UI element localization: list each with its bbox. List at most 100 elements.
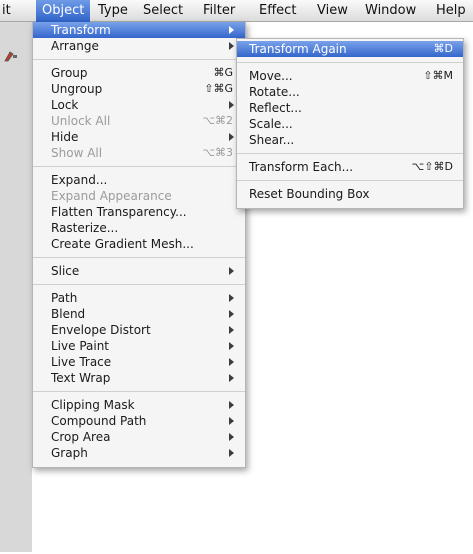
menu-item-unlock-all: Unlock All ⌥⌘2 [33,113,245,129]
menu-item-path[interactable]: Path [33,290,245,306]
menu-item-label: Transform Again [249,42,347,56]
menu-item-ungroup[interactable]: Ungroup ⇧⌘G [33,81,245,97]
shortcut: ⇧⌘G [204,82,233,95]
menu-item-label: Show All [51,146,103,160]
shortcut: ⌥⇧⌘D [411,160,453,173]
menu-item-label: Rasterize... [51,221,119,235]
menu-select[interactable]: Select [143,0,183,22]
shortcut: ⇧⌘M [423,69,453,82]
menu-item-compound-path[interactable]: Compound Path [33,413,245,429]
menu-item-shear[interactable]: Shear... [237,132,463,148]
menu-filter[interactable]: Filter [203,0,235,22]
menu-item-label: Compound Path [51,414,147,428]
menu-item-label: Live Paint [51,339,110,353]
menu-item-blend[interactable]: Blend [33,306,245,322]
menu-item-expand[interactable]: Expand... [33,172,245,188]
menu-item-slice[interactable]: Slice [33,263,245,279]
menu-item-label: Crop Area [51,430,111,444]
menu-item-live-trace[interactable]: Live Trace [33,354,245,370]
menu-item-rotate[interactable]: Rotate... [237,84,463,100]
menu-separator [33,257,245,258]
menu-item-envelope-distort[interactable]: Envelope Distort [33,322,245,338]
menu-item-graph[interactable]: Graph [33,445,245,461]
menu-separator [237,180,463,181]
menu-item-label: Unlock All [51,114,111,128]
menu-item-label: Envelope Distort [51,323,151,337]
submenu-arrow-icon [229,433,234,441]
menu-item-label: Reflect... [249,101,302,115]
menu-item-label: Shear... [249,133,295,147]
menu-item-label: Text Wrap [51,371,111,385]
menu-item-group[interactable]: Group ⌘G [33,65,245,81]
menu-item-rasterize[interactable]: Rasterize... [33,220,245,236]
menu-item-label: Create Gradient Mesh... [51,237,194,251]
menu-item-label: Group [51,66,88,80]
menu-help[interactable]: Help [436,0,466,22]
submenu-arrow-icon [229,358,234,366]
submenu-arrow-icon [229,326,234,334]
menu-item-label: Blend [51,307,86,321]
pen-tool-icon[interactable] [4,50,18,62]
menu-item-expand-appearance: Expand Appearance [33,188,245,204]
submenu-arrow-icon [229,294,234,302]
menu-view[interactable]: View [317,0,348,22]
shortcut: ⌥⌘3 [202,146,233,159]
menu-item-arrange[interactable]: Arrange [33,38,245,54]
menu-item-label: Ungroup [51,82,103,96]
menu-effect[interactable]: Effect [259,0,296,22]
submenu-arrow-icon [229,449,234,457]
menu-item-label: Live Trace [51,355,112,369]
menu-item-scale[interactable]: Scale... [237,116,463,132]
menu-separator [33,166,245,167]
menu-item-transform-each[interactable]: Transform Each... ⌥⇧⌘D [237,159,463,175]
menu-separator [33,284,245,285]
menu-item-label: Flatten Transparency... [51,205,187,219]
menu-separator [33,391,245,392]
menu-item-hide[interactable]: Hide [33,129,245,145]
menu-item-label: Graph [51,446,88,460]
menu-window[interactable]: Window [365,0,416,22]
menu-item-label: Rotate... [249,85,300,99]
menu-item-transform-again[interactable]: Transform Again ⌘D [237,41,463,57]
menu-item-transform[interactable]: Transform [33,22,245,38]
menu-item-label: Path [51,291,78,305]
submenu-arrow-icon [229,267,234,275]
submenu-arrow-icon [229,133,234,141]
submenu-arrow-icon [229,42,234,50]
menu-item-live-paint[interactable]: Live Paint [33,338,245,354]
menu-item-label: Transform [51,23,111,37]
menu-separator [237,62,463,63]
menu-edit-fragment[interactable]: it [2,0,11,22]
menu-item-lock[interactable]: Lock [33,97,245,113]
menu-item-label: Reset Bounding Box [249,187,370,201]
menu-item-reset-bounding-box[interactable]: Reset Bounding Box [237,186,463,202]
shortcut: ⌘D [433,42,453,55]
menu-object[interactable]: Object [36,0,91,22]
submenu-arrow-icon [229,374,234,382]
menu-type[interactable]: Type [98,0,128,22]
menu-bar: it Object Type Select Filter Effect View… [0,0,473,22]
menu-item-label: Lock [51,98,79,112]
menu-item-show-all: Show All ⌥⌘3 [33,145,245,161]
submenu-arrow-icon [229,101,234,109]
menu-item-label: Scale... [249,117,293,131]
menu-item-reflect[interactable]: Reflect... [237,100,463,116]
shortcut: ⌥⌘2 [202,114,233,127]
menu-item-crop-area[interactable]: Crop Area [33,429,245,445]
menu-item-text-wrap[interactable]: Text Wrap [33,370,245,386]
menu-item-label: Arrange [51,39,99,53]
submenu-arrow-icon [229,26,234,34]
object-menu: Transform Arrange Group ⌘G Ungroup ⇧⌘G L… [32,22,246,468]
menu-separator [237,153,463,154]
menu-item-flatten-transparency[interactable]: Flatten Transparency... [33,204,245,220]
submenu-arrow-icon [229,310,234,318]
menu-item-label: Transform Each... [249,160,354,174]
menu-item-clipping-mask[interactable]: Clipping Mask [33,397,245,413]
menu-separator [33,59,245,60]
submenu-arrow-icon [229,401,234,409]
toolbar-fragment [0,22,32,552]
shortcut: ⌘G [213,66,233,79]
menu-item-create-gradient-mesh[interactable]: Create Gradient Mesh... [33,236,245,252]
menu-item-label: Slice [51,264,80,278]
menu-item-move[interactable]: Move... ⇧⌘M [237,68,463,84]
